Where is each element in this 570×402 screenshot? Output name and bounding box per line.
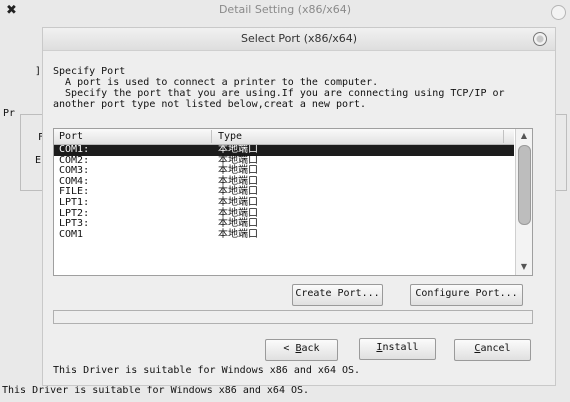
close-icon[interactable] — [533, 32, 547, 46]
back-label: ack — [301, 343, 320, 354]
intro-heading: Specify Port — [53, 66, 126, 77]
driver-note: This Driver is suitable for Windows x86 … — [53, 365, 361, 376]
table-row[interactable]: LPT1: 本地端口 — [54, 196, 514, 209]
intro-line-3: another port type not listed below,creat… — [53, 99, 367, 110]
configure-port-button[interactable]: Configure Port... — [410, 284, 523, 306]
parent-window-title: Detail Setting (x86/x64) — [218, 3, 352, 16]
scrollbar-thumb[interactable] — [518, 145, 531, 225]
create-port-button[interactable]: Create Port... — [292, 284, 383, 306]
scroll-down-icon[interactable]: ▼ — [516, 261, 532, 273]
table-row[interactable]: COM1 本地端口 — [54, 228, 514, 241]
port-cell: COM1 — [59, 228, 84, 240]
table-row[interactable]: COM2: 本地端口 — [54, 155, 514, 167]
vertical-scrollbar[interactable]: ▲ ▼ — [515, 129, 532, 275]
cancel-button[interactable]: Cancel — [454, 339, 531, 361]
port-table-rows: COM1: 本地端口 COM2: 本地端口 COM3: 本地端口 COM4: 本地端口 … — [54, 145, 514, 273]
port-cell: LPT1: — [59, 196, 90, 208]
parent-groupbox-left — [20, 114, 43, 191]
parent-fragment-pr: Pr — [3, 108, 16, 119]
table-row[interactable]: LPT2: 本地端口 — [54, 208, 514, 220]
intro-line-1: A port is used to connect a printer to t… — [53, 77, 379, 88]
install-label: nstall — [382, 342, 419, 353]
select-port-dialog: Select Port (x86/x64) Specify Port A por… — [42, 27, 556, 386]
table-row[interactable]: COM1: 本地端口 — [54, 145, 514, 156]
parent-footer-text: This Driver is suitable for Windows x86 … — [2, 385, 310, 396]
port-cell: COM1: — [59, 145, 90, 155]
app-logo-icon: ✖ — [6, 3, 17, 18]
parent-fragment-bracket: ] — [35, 66, 42, 77]
progress-bar — [53, 310, 533, 324]
cancel-label: ancel — [480, 343, 511, 354]
column-header-type[interactable]: Type — [213, 130, 504, 143]
table-row[interactable]: COM3: 本地端口 — [54, 166, 514, 177]
type-cell: 本地端口 — [218, 228, 258, 240]
intro-line-2: Specify the port that you are using.If y… — [53, 88, 505, 99]
table-row[interactable]: COM4: 本地端口 — [54, 176, 514, 188]
install-button[interactable]: Install — [359, 338, 436, 360]
back-button[interactable]: < Back — [265, 339, 338, 361]
scroll-up-icon[interactable]: ▲ — [516, 130, 532, 142]
intro-text: Specify Port A port is used to connect a… — [53, 66, 553, 110]
parent-close-icon[interactable] — [551, 5, 566, 20]
table-row[interactable]: FILE: 本地端口 — [54, 187, 514, 198]
port-table-header: Port Type — [54, 129, 514, 145]
dialog-title: Select Port (x86/x64) — [43, 28, 555, 51]
table-row[interactable]: LPT3: 本地端口 — [54, 219, 514, 230]
type-cell: 本地端口 — [218, 196, 258, 208]
column-header-port[interactable]: Port — [54, 130, 212, 143]
type-cell: 本地端口 — [218, 145, 258, 155]
port-table[interactable]: Port Type COM1: 本地端口 COM2: 本地端口 COM3: 本地端口 … — [53, 128, 533, 276]
